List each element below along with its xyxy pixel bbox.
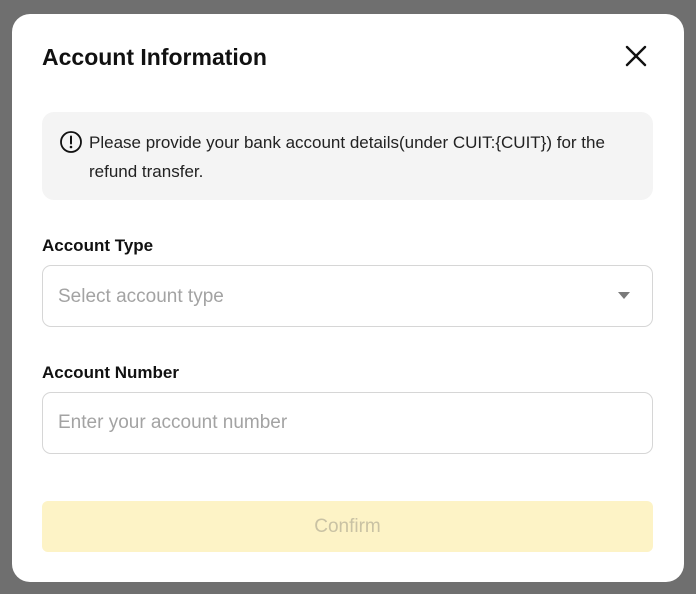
modal-title: Account Information (42, 44, 267, 70)
account-type-select[interactable]: Select account type (42, 265, 653, 327)
notice-text: Please provide your bank account details… (89, 133, 605, 181)
account-number-input[interactable] (43, 393, 652, 453)
account-information-modal: Account Information Please provide your … (12, 14, 684, 582)
account-number-field-wrapper (42, 392, 653, 454)
caret-down-icon (618, 292, 630, 299)
account-type-label: Account Type (42, 236, 154, 255)
info-notice: Please provide your bank account details… (42, 112, 653, 200)
account-type-placeholder: Select account type (58, 286, 224, 307)
confirm-button[interactable]: Confirm (42, 501, 653, 552)
info-circle-icon (60, 131, 82, 153)
account-number-label: Account Number (42, 363, 179, 382)
close-icon (625, 45, 647, 67)
close-button[interactable] (622, 42, 650, 70)
